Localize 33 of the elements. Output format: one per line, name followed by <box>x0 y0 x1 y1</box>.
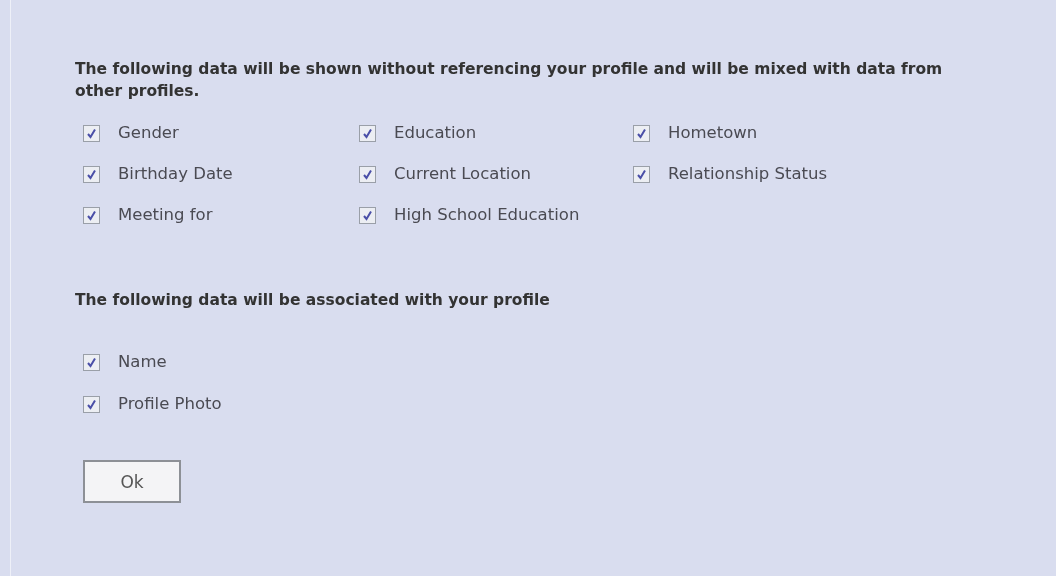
checkbox[interactable] <box>359 165 376 183</box>
checkbox-label: High School Education <box>394 204 580 226</box>
checkbox-label: Birthday Date <box>118 163 233 185</box>
check-icon <box>86 398 97 410</box>
checkbox[interactable] <box>83 206 100 224</box>
ok-button[interactable]: Ok <box>83 460 181 503</box>
checkbox[interactable] <box>633 165 650 183</box>
section-heading: The following data will be associated with your profile <box>75 290 551 311</box>
checkbox-label: Profile Photo <box>118 393 222 415</box>
check-icon <box>86 127 97 139</box>
checkbox[interactable] <box>359 206 376 224</box>
checkbox-label: Education <box>394 122 477 144</box>
checkbox[interactable] <box>83 165 100 183</box>
checkbox-label: Hometown <box>668 122 758 144</box>
check-icon <box>86 209 97 221</box>
checkbox[interactable] <box>83 395 100 413</box>
check-icon <box>636 168 647 180</box>
checkbox[interactable] <box>83 124 100 142</box>
checkbox-label: Relationship Status <box>668 163 828 185</box>
checkbox-label: Meeting for <box>118 204 213 226</box>
checkbox[interactable] <box>359 124 376 142</box>
check-icon <box>86 168 97 180</box>
checkbox[interactable] <box>83 353 100 371</box>
check-icon <box>362 209 373 221</box>
checkbox[interactable] <box>633 124 650 142</box>
check-icon <box>362 127 373 139</box>
check-icon <box>362 168 373 180</box>
check-icon <box>636 127 647 139</box>
section-heading: The following data will be shown without referencing your profile and will be mixed with data from other profiles. <box>75 59 944 102</box>
checkbox-label: Name <box>118 351 167 373</box>
checkbox-label: Current Location <box>394 163 531 185</box>
checkbox-label: Gender <box>118 122 179 144</box>
check-icon <box>86 356 97 368</box>
